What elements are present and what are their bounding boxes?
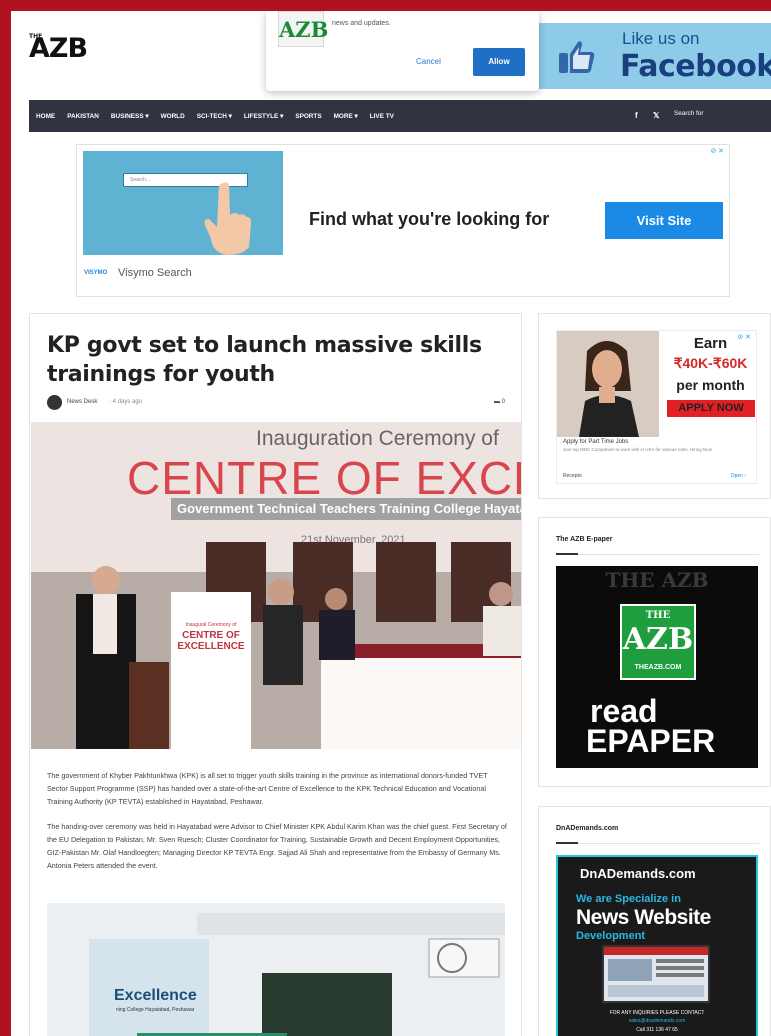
twitter-icon[interactable]: 𝕏: [653, 111, 659, 120]
facebook-like-text: Like us on: [622, 29, 700, 48]
popup-message: news and updates.: [332, 20, 391, 27]
nav-item-sports[interactable]: SPORTS: [295, 113, 321, 120]
article-author[interactable]: News Desk: [67, 399, 97, 405]
page: THE AZB Like us on Facebook AZB news and…: [11, 11, 771, 1036]
main-navbar: HOME PAKISTAN BUSINESS ▾ WORLD SCI-TECH …: [29, 100, 771, 132]
nav-item-live-tv[interactable]: LIVE TV: [370, 113, 394, 120]
comment-count[interactable]: ▬ 0: [494, 399, 505, 405]
hero-banner-line2: CENTRE OF EXCELLENC: [127, 452, 521, 504]
ad-visit-site-button[interactable]: Visit Site: [605, 202, 723, 239]
popup-logo: AZB: [278, 11, 329, 47]
hero-banner-line3: Government Technical Teachers Training C…: [171, 498, 521, 520]
photo2-sign-text: Excellence: [114, 987, 197, 1004]
epaper-top-text: THE AZB: [605, 568, 709, 592]
nav-item-home[interactable]: HOME: [36, 113, 55, 120]
widget-divider-accent: [556, 553, 578, 555]
dna-line3: Development: [576, 930, 646, 942]
hand-pointer-icon: [204, 182, 251, 255]
nav-item-business[interactable]: BUSINESS ▾: [111, 112, 149, 120]
article-paragraph: The handing-over ceremony was held in Ha…: [47, 822, 507, 870]
ad-apply-now[interactable]: APPLY NOW: [667, 400, 755, 417]
ad-job-subtitle: Join top MNC Companies to work with in U…: [563, 447, 713, 452]
ad-per-month: per month: [676, 377, 745, 393]
advertisement-visymo[interactable]: Search... Find what you're looking for V…: [76, 144, 730, 297]
epaper-widget: The AZB E-paper THE AZB THE AZB THEAZB.C…: [538, 517, 771, 787]
epaper-banner[interactable]: THE AZB THE AZB THEAZB.COM read EPAPER: [556, 566, 758, 768]
epaper-epaper-text: EPAPER: [586, 723, 716, 759]
advertisement-part-time-jobs[interactable]: Earn ₹40K-₹60K per month APPLY NOW Apply…: [556, 330, 757, 484]
hero-scene: [31, 542, 521, 749]
push-notification-popup: AZB news and updates. Cancel Allow: [266, 11, 539, 91]
ad-search-image: Search...: [83, 151, 283, 255]
ad-sponsor: Recepto: [563, 473, 582, 479]
site-logo-the: THE: [29, 33, 43, 40]
nav-item-lifestyle[interactable]: LIFESTYLE ▾: [244, 112, 283, 120]
dnademands-banner[interactable]: DnADemands.com We are Specialize in News…: [556, 855, 758, 1036]
ad-amount: ₹40K-₹60K: [673, 355, 748, 371]
widget-divider: [556, 554, 759, 555]
nav-item-pakistan[interactable]: PAKISTAN: [67, 113, 99, 120]
azb-logo-text: AZB: [622, 622, 694, 657]
azb-logo-the: THE: [645, 610, 671, 621]
sidebar-ad-widget: Earn ₹40K-₹60K per month APPLY NOW Apply…: [538, 313, 771, 499]
thumbs-up-icon: [559, 41, 595, 73]
adchoices-icon[interactable]: ⊘ ✕: [710, 147, 724, 155]
ad-job-title: Apply for Part Time Jobs: [563, 439, 629, 445]
author-avatar[interactable]: [47, 395, 62, 410]
website-mockup-image: [602, 945, 710, 1003]
hero-banner-line1: Inauguration Ceremony of: [256, 427, 499, 450]
article-title[interactable]: KP govt set to launch massive skills tra…: [47, 331, 497, 389]
azb-logo-url: THEAZB.COM: [634, 664, 682, 671]
article-date: · 4 days ago: [109, 399, 143, 405]
dna-line1: We are Specialize in: [576, 893, 681, 905]
article-second-image: Excellence ning College Hayatabad, Pesha…: [47, 903, 505, 1036]
site-logo[interactable]: THE AZB: [29, 33, 88, 64]
nav-item-more[interactable]: MORE ▾: [334, 112, 358, 120]
article-body: The government of Khyber Pakhtunkhwa (KP…: [47, 769, 509, 884]
article: KP govt set to launch massive skills tra…: [29, 313, 522, 1036]
dnademands-widget-title: DnADemands.com: [556, 825, 619, 832]
photo2-sign-subtext: ning College Hayatabad, Peshawar: [116, 1007, 195, 1013]
facebook-icon[interactable]: f: [635, 111, 638, 120]
ad-open-button[interactable]: Open ›: [731, 473, 746, 479]
facebook-like-banner[interactable]: Like us on Facebook: [538, 23, 771, 89]
adchoices-icon[interactable]: ⊘ ✕: [737, 333, 751, 341]
ad-headline: Find what you're looking for: [309, 209, 550, 229]
building-scene: [47, 903, 505, 1036]
nav-item-world[interactable]: WORLD: [161, 113, 185, 120]
centre-of-excellence-standee: Inaugural Ceremony of CENTRE OF EXCELLEN…: [171, 592, 251, 749]
azb-logo: THE AZB THEAZB.COM: [620, 604, 696, 680]
popup-cancel-button[interactable]: Cancel: [416, 57, 441, 66]
dna-line6: Call 311 136 47 65: [636, 1027, 678, 1033]
facebook-name: Facebook: [620, 49, 771, 84]
ad-woman-image: [557, 331, 659, 437]
popup-logo-text: AZB: [279, 17, 329, 42]
dna-line2: News Website: [576, 906, 711, 929]
widget-divider-accent: [556, 842, 578, 844]
dna-line5: sales@dnademands.com: [628, 1018, 686, 1024]
article-hero-image: Inauguration Ceremony of CENTRE OF EXCEL…: [31, 422, 521, 749]
popup-allow-button[interactable]: Allow: [473, 48, 525, 76]
nav-menu: HOME PAKISTAN BUSINESS ▾ WORLD SCI-TECH …: [29, 100, 399, 132]
dnademands-widget: DnADemands.com DnADemands.com We are Spe…: [538, 806, 771, 1036]
woman-image: [557, 331, 659, 437]
nav-item-sci-tech[interactable]: SCI-TECH ▾: [197, 112, 232, 120]
standee-line1: Inaugural Ceremony of: [185, 622, 237, 628]
dnademands-logo: DnADemands.com: [580, 866, 696, 881]
article-paragraph: The government of Khyber Pakhtunkhwa (KP…: [47, 771, 488, 806]
standee-line2: CENTRE OF EXCELLENCE: [177, 630, 245, 652]
dna-line4: FOR ANY INQUIRIES PLEASE CONTACT: [609, 1010, 705, 1016]
widget-divider: [556, 843, 759, 844]
epaper-widget-title: The AZB E-paper: [556, 536, 613, 543]
epaper-read-text: read: [590, 693, 658, 729]
mockup-screen: [604, 947, 708, 997]
nav-search-input[interactable]: Search for: [674, 110, 703, 117]
visymo-logo: VISYMO: [84, 270, 108, 276]
ad-brand: Visymo Search: [118, 267, 192, 279]
